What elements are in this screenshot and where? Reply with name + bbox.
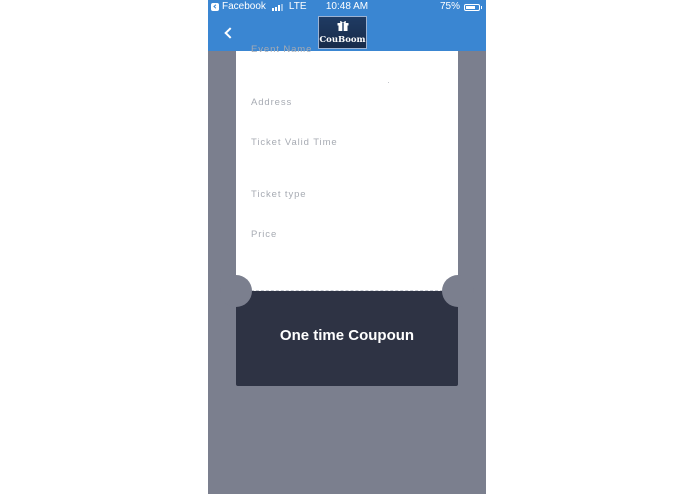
coupon-stub[interactable]: One time Coupoun xyxy=(236,291,458,386)
navigation-bar: CouBoom xyxy=(208,14,486,51)
status-right: 75% xyxy=(439,0,482,14)
ticket-type-label: Ticket type xyxy=(251,189,307,200)
price-label: Price xyxy=(251,229,278,240)
separator-dot xyxy=(388,82,389,83)
coupon-type-title: One time Coupoun xyxy=(279,327,415,344)
ticket-details-card: Event Name Address Ticket Valid Time Tic… xyxy=(236,44,458,291)
ticket-notch-right xyxy=(442,275,474,307)
address-label: Address xyxy=(251,97,293,108)
app-screen: Facebook LTE 10:48 AM 75% CouBoom Event … xyxy=(208,0,486,494)
chevron-left-icon[interactable] xyxy=(222,26,236,40)
logo-text: CouBoom xyxy=(319,35,366,45)
gift-icon xyxy=(337,21,349,31)
battery-level xyxy=(466,5,475,9)
ticket-notch-left xyxy=(220,275,252,307)
event-name-label: Event Name xyxy=(251,44,313,55)
couboom-logo: CouBoom xyxy=(318,16,367,49)
perforation-line xyxy=(236,290,458,292)
battery-percent: 75% xyxy=(439,1,460,12)
status-bar: Facebook LTE 10:48 AM 75% xyxy=(208,0,486,14)
ticket-valid-time-label: Ticket Valid Time xyxy=(251,137,338,148)
battery-icon xyxy=(464,3,482,11)
